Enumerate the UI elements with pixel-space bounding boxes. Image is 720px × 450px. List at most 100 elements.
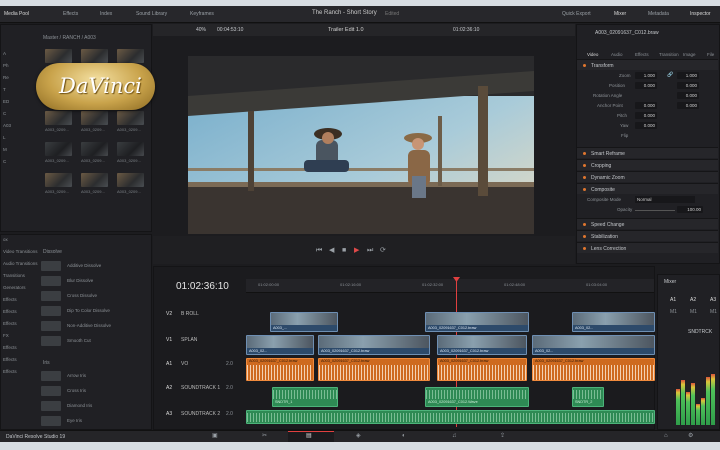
video-viewer[interactable] [188, 56, 534, 234]
link-icon[interactable]: 🔗 [667, 72, 673, 79]
anchor-y-field[interactable]: 0.000 [677, 102, 699, 109]
inspector-button[interactable]: Inspector [690, 11, 711, 17]
effect-item[interactable]: Eye Iris [41, 416, 151, 426]
opacity-field[interactable]: 100.00 [677, 206, 703, 213]
inspector-section[interactable]: Cropping [577, 159, 718, 170]
position-x-field[interactable]: 0.000 [635, 82, 657, 89]
video-clip[interactable]: A003_02091637_C012.braw [425, 312, 529, 332]
video-clip[interactable]: A003_02091637_C012.braw [318, 335, 430, 355]
bin-item[interactable]: C [3, 111, 6, 116]
clip-thumbnail[interactable] [117, 142, 144, 156]
clip-thumbnail[interactable] [117, 173, 144, 187]
home-icon[interactable]: ⌂ [664, 433, 668, 440]
bin-item[interactable]: L [3, 135, 6, 140]
clip-thumbnail[interactable] [45, 173, 72, 187]
media-pool-button[interactable]: Media Pool [4, 11, 29, 17]
effect-item[interactable]: Dip To Color Dissolve [41, 306, 151, 316]
effects-category[interactable]: Effects [3, 297, 17, 302]
audio-clip[interactable]: A003_02091637_C012.braw [437, 358, 527, 381]
inspector-tab[interactable]: Image [683, 52, 696, 57]
effect-item[interactable]: Non-Additive Dissolve [41, 321, 151, 331]
effect-item[interactable]: Cross Iris [41, 386, 151, 396]
soundtrack-clip[interactable]: SNDTR_2 [572, 387, 604, 407]
effect-item[interactable]: Smooth Cut [41, 336, 151, 346]
inspector-section[interactable]: Lens Correction [577, 242, 718, 253]
timeline-name[interactable]: Trailer Edit 1.0 [328, 27, 364, 33]
metadata-button[interactable]: Metadata [648, 11, 669, 17]
media-page-icon[interactable]: ▣ [212, 433, 218, 440]
effects-category[interactable]: Video Transitions [3, 249, 37, 254]
inspector-section[interactable]: Smart Reframe [577, 147, 718, 158]
inspector-section[interactable]: Dynamic Zoom [577, 171, 718, 182]
loop-icon[interactable]: ⟳ [380, 247, 386, 254]
effect-item[interactable]: Additive Dissolve [41, 261, 151, 271]
audio-clip[interactable]: A003_02091637_C012.braw [532, 358, 655, 381]
composite-mode-select[interactable]: Normal [635, 196, 695, 203]
yaw-field[interactable]: 0.000 [635, 122, 657, 129]
clip-thumbnail[interactable] [45, 142, 72, 156]
anchor-x-field[interactable]: 0.000 [635, 102, 657, 109]
effect-item[interactable]: Diamond Iris [41, 401, 151, 411]
play-reverse-icon[interactable]: ◀ [329, 247, 334, 254]
opacity-slider-track[interactable] [635, 210, 675, 211]
video-clip[interactable]: A003_02... [572, 312, 655, 332]
quick-export-button[interactable]: Quick Export [562, 11, 591, 17]
bin-item[interactable]: M [3, 147, 7, 152]
rotation-field[interactable]: 0.000 [677, 92, 699, 99]
play-icon[interactable]: ▶ [354, 247, 359, 254]
zoom-y-field[interactable]: 1.000 [677, 72, 699, 79]
effect-item[interactable]: Blur Dissolve [41, 276, 151, 286]
effects-category[interactable]: Effects [3, 321, 17, 326]
position-y-field[interactable]: 0.000 [677, 82, 699, 89]
clip-thumbnail[interactable] [81, 142, 108, 156]
soundtrack-clip[interactable]: A003_02091637_C012.Wave [425, 387, 529, 407]
clip-thumbnail[interactable] [117, 111, 144, 125]
index-button[interactable]: Index [100, 11, 112, 17]
inspector-section[interactable]: Speed Change [577, 218, 718, 229]
effects-category[interactable]: Effects [3, 345, 17, 350]
keyframes-button[interactable]: Keyframes [190, 11, 214, 17]
clip-thumbnail[interactable] [81, 111, 108, 125]
inspector-tab[interactable]: Effects [635, 52, 649, 57]
go-to-end-icon[interactable]: ⏭ [367, 247, 373, 254]
bin-item[interactable]: C [3, 159, 6, 164]
inspector-tab[interactable]: Transition [659, 52, 679, 57]
stop-icon[interactable]: ■ [342, 247, 346, 254]
cut-page-icon[interactable]: ✂ [262, 433, 267, 440]
deliver-page-icon[interactable]: ⇪ [500, 433, 505, 440]
settings-icon[interactable]: ⚙ [688, 433, 693, 440]
effects-category[interactable]: Transitions [3, 273, 25, 278]
clip-thumbnail[interactable] [81, 173, 108, 187]
transform-section[interactable]: Transform [577, 59, 718, 70]
bin-item[interactable]: A03 [3, 123, 11, 128]
effects-category[interactable]: Generators [3, 285, 26, 290]
clip-thumbnail[interactable] [45, 111, 72, 125]
clip-thumbnail[interactable] [45, 49, 72, 63]
pitch-field[interactable]: 0.000 [635, 112, 657, 119]
bin-item[interactable]: T [3, 87, 6, 92]
effects-category[interactable]: FX [3, 333, 9, 338]
inspector-tab[interactable]: File [707, 52, 714, 57]
color-page-icon[interactable]: ◐ [402, 433, 406, 440]
audio-clip[interactable]: A003_02091637_C012.braw [246, 358, 314, 381]
effects-category[interactable]: Effects [3, 357, 17, 362]
inspector-tab[interactable]: Video [587, 52, 598, 57]
bin-item[interactable]: Re [3, 75, 9, 80]
effects-category[interactable]: Effects [3, 309, 17, 314]
fairlight-page-icon[interactable]: ♫ [452, 433, 457, 440]
clip-thumbnail[interactable] [81, 49, 108, 63]
bin-item[interactable]: ED [3, 99, 9, 104]
effect-item[interactable]: Arrow Iris [41, 371, 151, 381]
soundtrack-clip[interactable]: SNDTR_1 [272, 387, 338, 407]
viewer-zoom[interactable]: 40% [196, 27, 206, 33]
video-clip[interactable]: A003_... [270, 312, 338, 332]
video-clip[interactable]: A003_02... [246, 335, 314, 355]
effect-item[interactable]: Cross Dissolve [41, 291, 151, 301]
timeline-ruler[interactable]: 01:02:00:00 01:02:16:00 01:02:32:00 01:02:4… [246, 279, 654, 293]
zoom-x-field[interactable]: 1.000 [635, 72, 657, 79]
inspector-tab[interactable]: Audio [611, 52, 623, 57]
inspector-section[interactable]: Stabilization [577, 230, 718, 241]
effects-button[interactable]: Effects [63, 11, 78, 17]
effects-category[interactable]: Effects [3, 369, 17, 374]
sound-library-button[interactable]: Sound Library [136, 11, 167, 17]
